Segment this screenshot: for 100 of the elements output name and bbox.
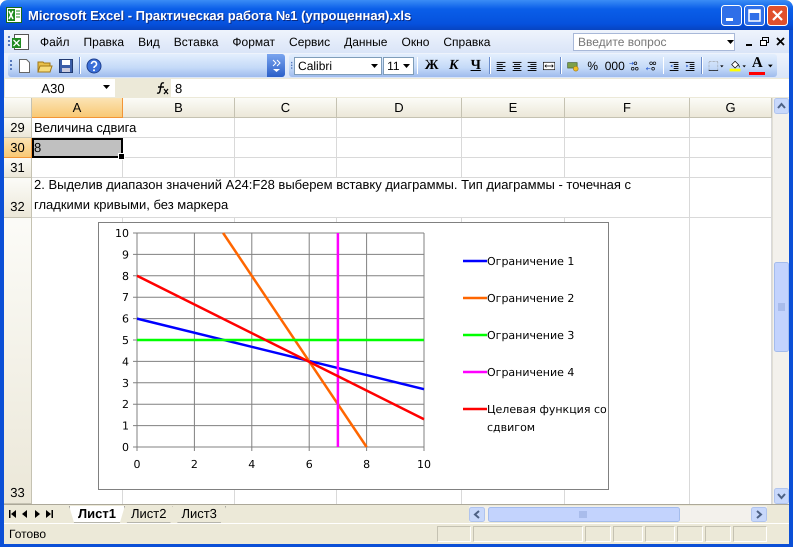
column-header[interactable]: G: [690, 98, 772, 118]
empty-cell[interactable]: [565, 138, 690, 158]
axis-tick-label: 4: [122, 355, 129, 368]
new-document-icon[interactable]: [16, 58, 32, 74]
scroll-down-icon[interactable]: [774, 488, 788, 504]
scrollbar-thumb-icon[interactable]: [488, 506, 680, 522]
status-panel: [645, 526, 675, 542]
row-header[interactable]: 32: [4, 178, 32, 218]
toolbar-options-icon[interactable]: [272, 58, 280, 72]
bold-button[interactable]: Ж: [421, 55, 442, 76]
empty-cell[interactable]: [462, 138, 565, 158]
menu-item[interactable]: Сервис: [282, 32, 338, 50]
axis-tick-label: 7: [122, 291, 129, 304]
window-title: Microsoft Excel - Практическая работа №1 (упрощенная).xls: [28, 8, 412, 22]
legend-line-icon: [463, 259, 487, 263]
first-sheet-icon[interactable]: [8, 509, 18, 519]
axis-tick-label: 9: [122, 248, 129, 262]
menu-item[interactable]: Окно: [394, 32, 436, 50]
axis-tick-label: 8: [122, 270, 129, 283]
dropdown-arrow-icon[interactable]: [727, 40, 734, 44]
empty-cell[interactable]: [235, 158, 337, 178]
row-header[interactable]: 30: [4, 138, 32, 158]
previous-sheet-icon[interactable]: [20, 509, 30, 519]
empty-cell[interactable]: [337, 118, 462, 138]
status-panel: [437, 526, 471, 542]
legend-line-icon: [463, 296, 487, 300]
cell-text: 2. Выделив диапазон значений A24:F28 выберем вставку диаграммы. Тип диаграммы - точечная с гладкими кривыми, без маркера: [32, 178, 690, 218]
next-sheet-icon[interactable]: [32, 509, 42, 519]
dropdown-arrow-icon[interactable]: [768, 64, 773, 68]
name-box[interactable]: A30: [5, 79, 115, 97]
empty-cell[interactable]: [462, 158, 565, 178]
axis-tick-label: 10: [417, 458, 431, 471]
legend-label: Ограничение 2: [487, 291, 576, 307]
axis-tick-label: 2: [122, 398, 129, 412]
axis-tick-label: 3: [122, 376, 129, 390]
empty-cell[interactable]: [565, 118, 690, 138]
legend-line-icon: [463, 370, 487, 374]
scroll-right-icon[interactable]: [751, 506, 767, 522]
empty-cell[interactable]: [235, 138, 337, 158]
formula-input-field[interactable]: 8: [171, 79, 789, 97]
legend-label: Целевая функция со сдвигом: [487, 402, 608, 436]
function-icon[interactable]: [155, 81, 169, 95]
legend-label: Ограничение 3: [487, 328, 576, 344]
percent-style-button[interactable]: %: [582, 55, 604, 76]
menu-item[interactable]: Вставка: [166, 32, 226, 50]
legend-line-icon: [463, 407, 487, 411]
axis-tick-label: 5: [122, 334, 129, 347]
column-header[interactable]: E: [462, 98, 565, 118]
column-header[interactable]: C: [235, 98, 337, 118]
axis-tick-label: 6: [306, 458, 313, 471]
empty-cell[interactable]: [462, 118, 565, 138]
save-icon[interactable]: [58, 58, 74, 74]
sheet-tab[interactable]: Лист1: [69, 506, 125, 522]
empty-cell[interactable]: [337, 138, 462, 158]
help-icon[interactable]: [86, 58, 102, 74]
menu-item[interactable]: Формат: [225, 32, 282, 50]
maximize-icon[interactable]: [744, 4, 765, 26]
status-panel: [733, 526, 767, 542]
row-header[interactable]: 31: [4, 158, 32, 178]
status-panel: [705, 526, 731, 542]
scrollbar-thumb-icon[interactable]: [774, 262, 788, 352]
status-panel: [585, 526, 611, 542]
empty-cell[interactable]: [565, 158, 690, 178]
font-name-field[interactable]: Calibri: [294, 56, 382, 74]
comma-style-button[interactable]: 000: [604, 55, 626, 76]
legend-line-icon: [463, 333, 487, 337]
underline-button[interactable]: Ч: [465, 55, 486, 76]
axis-tick-label: 0: [134, 458, 140, 471]
empty-cell[interactable]: [235, 118, 337, 138]
menu-item[interactable]: Правка: [76, 32, 132, 50]
axis-tick-label: 10: [115, 227, 129, 240]
cell-value: 8: [34, 140, 42, 155]
help-search-field[interactable]: Введите вопрос: [573, 32, 735, 50]
scroll-up-icon[interactable]: [774, 98, 788, 114]
menu-item[interactable]: Файл: [33, 32, 77, 50]
axis-tick-label: 0: [122, 441, 129, 454]
legend-label: Ограничение 4: [487, 365, 576, 381]
row-header[interactable]: 33: [4, 218, 32, 504]
font-color-button[interactable]: A: [749, 55, 766, 76]
column-header[interactable]: B: [123, 98, 235, 118]
sheet-tab[interactable]: Лист3: [172, 506, 226, 522]
menu-item[interactable]: Справка: [436, 32, 498, 50]
scroll-left-icon[interactable]: [469, 506, 485, 522]
empty-cell[interactable]: [337, 158, 462, 178]
status-panel: [677, 526, 703, 542]
last-sheet-icon[interactable]: [44, 509, 54, 519]
status-panel: [613, 526, 643, 542]
font-size-field[interactable]: 11: [383, 56, 414, 74]
axis-tick-label: 6: [122, 312, 129, 326]
excel-icon: [6, 7, 22, 23]
empty-cell[interactable]: [123, 158, 235, 178]
column-header[interactable]: A: [32, 98, 123, 118]
axis-tick-label: 2: [190, 458, 198, 471]
menu-item[interactable]: Вид: [131, 32, 167, 50]
axis-tick-label: 4: [248, 458, 256, 471]
row-header[interactable]: 29: [4, 118, 32, 138]
column-header[interactable]: D: [337, 98, 462, 118]
menu-item[interactable]: Данные: [337, 32, 394, 50]
column-header[interactable]: F: [565, 98, 690, 118]
italic-button[interactable]: К: [443, 55, 464, 76]
